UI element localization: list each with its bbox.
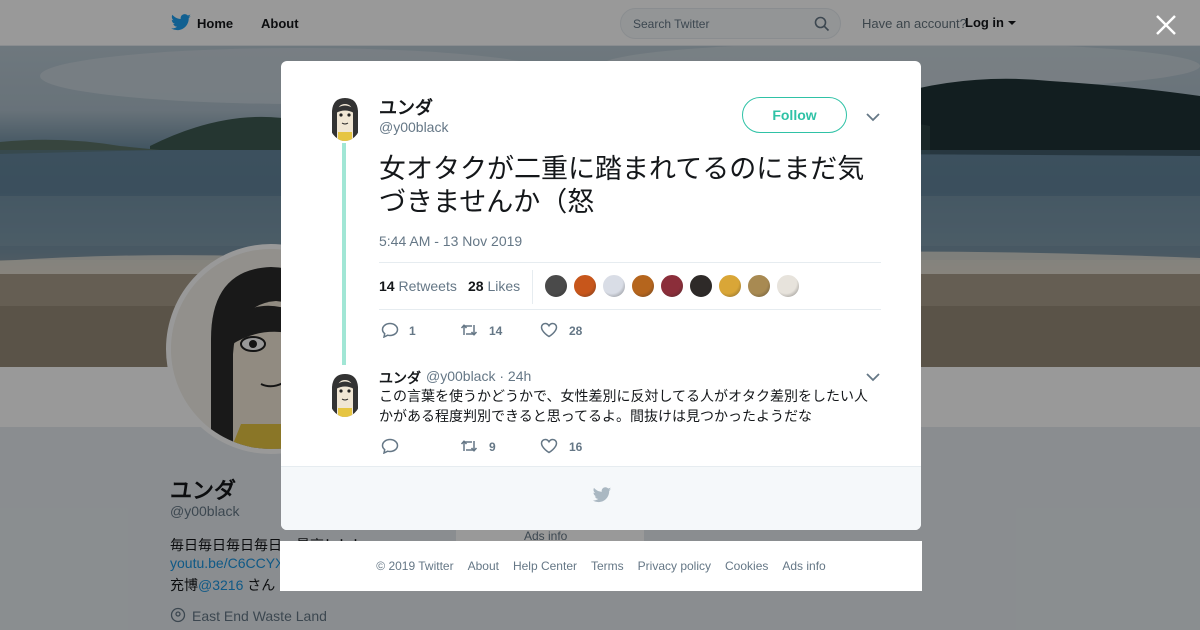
likes-stat[interactable]: 28 Likes	[468, 278, 520, 294]
retweet-count: 9	[489, 440, 496, 454]
tweet-author-name[interactable]: ユンダ	[379, 94, 433, 120]
liker-avatar[interactable]	[747, 274, 771, 298]
like-count: 16	[569, 440, 583, 454]
footer-link[interactable]: © 2019 Twitter	[376, 559, 453, 573]
reply-icon[interactable]	[381, 322, 399, 338]
footer-link[interactable]: Ads info	[782, 559, 825, 573]
reply-icon[interactable]	[381, 438, 399, 454]
chevron-down-icon[interactable]	[866, 372, 880, 382]
tweet-modal: ユンダ @y00black Follow 女オタクが二重に踏まれてるのにまだ気づ…	[281, 61, 921, 530]
tweet-stats: 14 Retweets 28 Likes	[379, 262, 881, 310]
tweet-author-handle[interactable]: @y00black	[379, 119, 448, 135]
tweet-timestamp[interactable]: 5:44 AM - 13 Nov 2019	[379, 233, 522, 249]
chevron-down-icon[interactable]	[866, 112, 880, 122]
footer-link[interactable]: About	[468, 559, 499, 573]
close-icon[interactable]	[1153, 12, 1179, 38]
reply-author-meta[interactable]: @y00black · 24h	[426, 368, 531, 384]
liker-avatar[interactable]	[573, 274, 597, 298]
liker-avatar[interactable]	[631, 274, 655, 298]
like-count: 28	[569, 324, 583, 338]
liker-avatar[interactable]	[718, 274, 742, 298]
reply-author-avatar[interactable]	[328, 371, 362, 417]
follow-button[interactable]: Follow	[742, 97, 847, 133]
heart-icon[interactable]	[540, 322, 558, 338]
heart-icon[interactable]	[540, 438, 558, 454]
retweets-stat[interactable]: 14 Retweets	[379, 278, 457, 294]
retweet-icon[interactable]	[460, 322, 478, 338]
reply-count: 1	[409, 324, 416, 338]
retweet-icon[interactable]	[460, 438, 478, 454]
liker-avatar[interactable]	[776, 274, 800, 298]
liker-avatar[interactable]	[689, 274, 713, 298]
page-footer: © 2019 Twitter About Help Center Terms Priva…	[280, 541, 922, 591]
tweet-text: 女オタクが二重に踏まれてるのにまだ気づきませんか（怒	[379, 154, 865, 217]
stats-divider	[532, 270, 533, 304]
retweets-count: 14	[379, 278, 395, 294]
reply-time: · 24h	[499, 368, 532, 384]
liker-avatar[interactable]	[544, 274, 568, 298]
footer-link[interactable]: Terms	[591, 559, 624, 573]
footer-link[interactable]: Privacy policy	[638, 559, 711, 573]
reply-author-handle: @y00black	[426, 368, 496, 384]
footer-links: © 2019 Twitter About Help Center Terms Priva…	[280, 541, 922, 591]
twitter-bird-icon	[592, 487, 612, 503]
liker-avatar[interactable]	[660, 274, 684, 298]
footer-link[interactable]: Cookies	[725, 559, 768, 573]
liker-avatar[interactable]	[602, 274, 626, 298]
likes-count: 28	[468, 278, 484, 294]
footer-link[interactable]: Help Center	[513, 559, 577, 573]
retweet-count: 14	[489, 324, 503, 338]
thread-connector-line	[342, 143, 346, 365]
tweet-author-avatar[interactable]	[328, 95, 362, 141]
reply-text: この言葉を使うかどうかで、女性差別に反対してる人がオタク差別をしたい人かがある程…	[379, 388, 869, 424]
retweets-label: Retweets	[398, 278, 457, 294]
modal-footer	[281, 466, 921, 530]
likes-label: Likes	[487, 278, 521, 294]
reply-author-name[interactable]: ユンダ	[379, 368, 421, 388]
